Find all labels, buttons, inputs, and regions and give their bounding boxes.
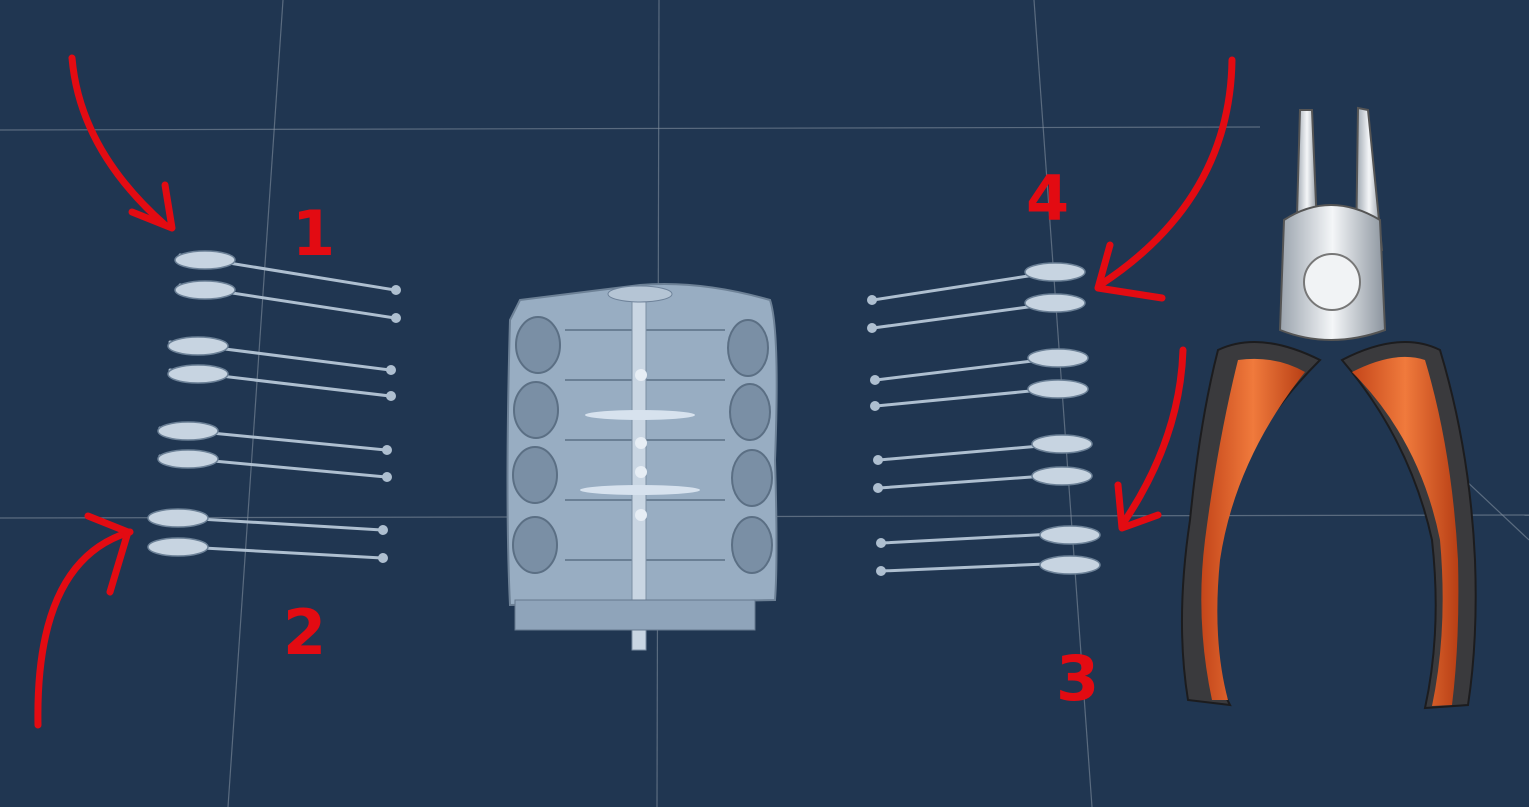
connecting-rod-group-1b[interactable] — [167, 336, 396, 401]
engine-block[interactable] — [506, 283, 778, 651]
connecting-rod-group-1[interactable] — [174, 250, 401, 323]
label-1: 1 — [292, 197, 335, 270]
pliers-tool[interactable] — [1180, 106, 1477, 710]
label-3: 3 — [1056, 642, 1099, 715]
connecting-rod-group-3a[interactable] — [873, 434, 1093, 493]
arrow-to-group-4 — [1094, 56, 1236, 302]
connecting-rod-group-4b[interactable] — [870, 348, 1089, 411]
scene-canvas[interactable]: 1 2 3 4 — [0, 0, 1529, 807]
arrow-to-group-2 — [34, 512, 134, 729]
arrow-to-group-3 — [1114, 346, 1187, 532]
arrow-to-group-1 — [68, 54, 176, 232]
connecting-rod-group-4[interactable] — [867, 262, 1086, 333]
label-2: 2 — [283, 596, 326, 669]
3d-viewport[interactable]: 1 2 3 4 — [0, 0, 1529, 807]
connecting-rod-group-3[interactable] — [876, 525, 1101, 576]
connecting-rod-group-2a[interactable] — [157, 421, 392, 482]
label-4: 4 — [1026, 162, 1069, 235]
